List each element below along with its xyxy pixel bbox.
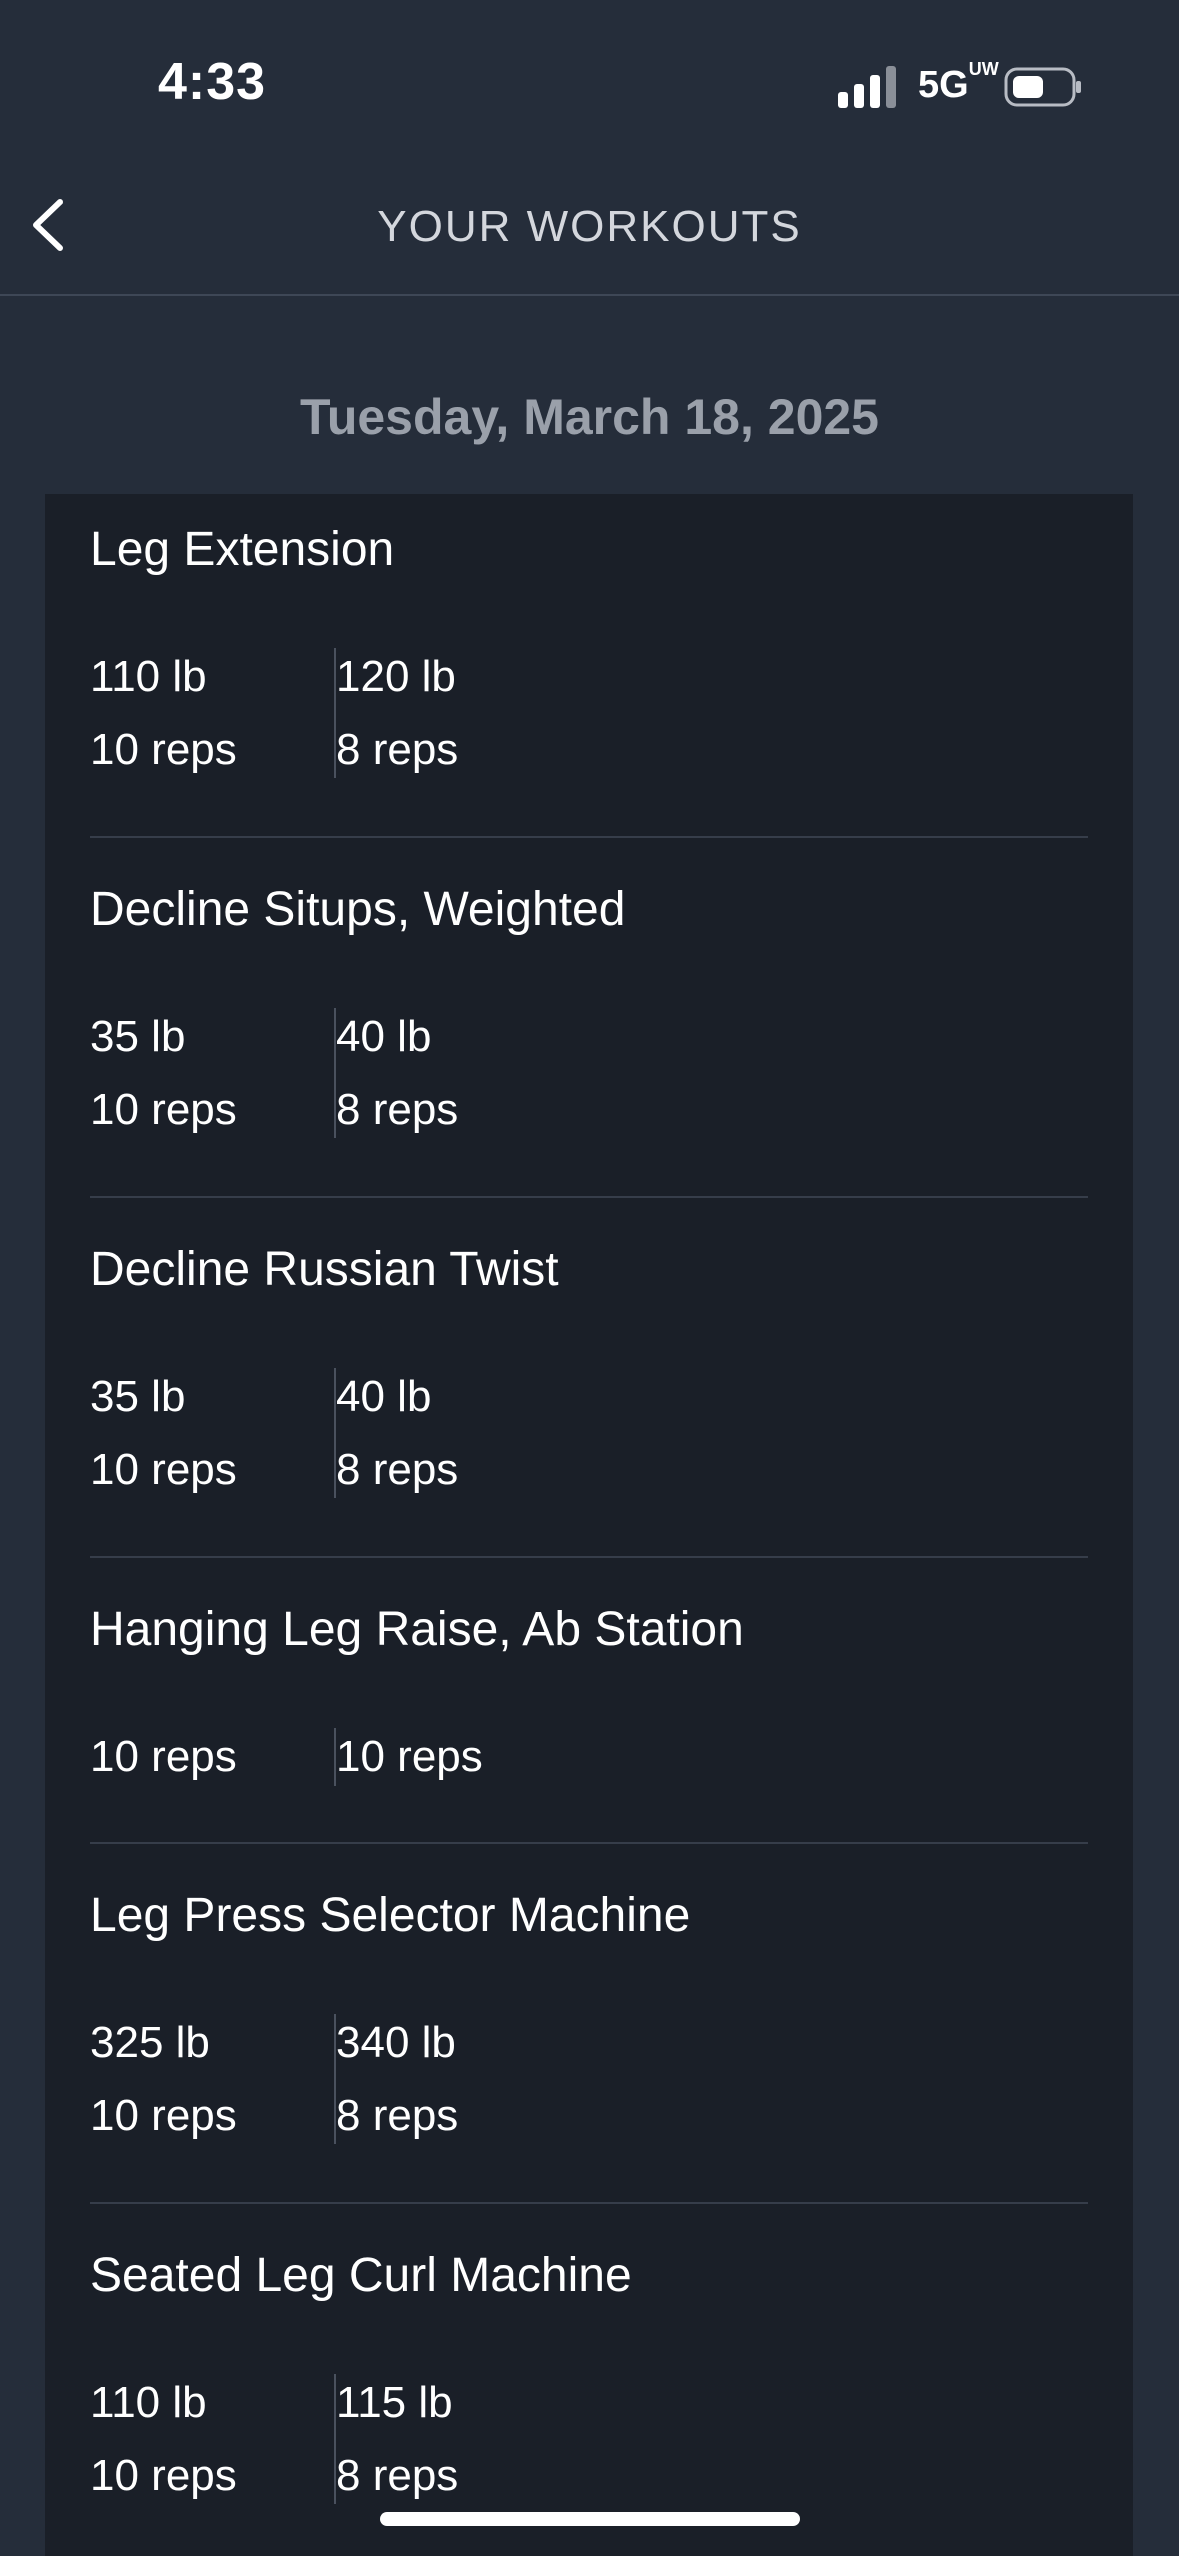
page-title: YOUR WORKOUTS [377,202,802,251]
set-1: 110 lb 10 reps [90,640,237,786]
network-label: 5G [918,64,969,106]
exercise-name: Leg Extension [90,523,395,576]
set-2: 115 lb 8 reps [336,2366,458,2512]
status-bar: 4:33 5GUW [0,0,1179,160]
set-2: 10 reps [336,1720,483,1793]
set-reps: 10 reps [90,1732,237,1781]
row-divider [90,1196,1088,1198]
set-2: 40 lb 8 reps [336,1000,458,1146]
row-divider [90,1842,1088,1844]
set-reps: 8 reps [336,1445,459,1494]
set-1: 10 reps [90,1720,237,1793]
set-weight: 40 lb [336,1372,432,1421]
set-weight: 325 lb [90,2018,210,2067]
set-reps: 10 reps [90,1445,237,1494]
exercise-name: Decline Russian Twist [90,1243,559,1296]
workout-card: Leg Extension 110 lb 10 reps 120 lb 8 re… [45,494,1133,2556]
home-indicator[interactable] [380,2512,800,2526]
set-reps: 10 reps [90,2451,237,2500]
set-weight: 110 lb [90,652,207,701]
exercise-name: Seated Leg Curl Machine [90,2249,632,2302]
set-weight: 110 lb [90,2378,207,2427]
set-2: 120 lb 8 reps [336,640,458,786]
set-reps: 8 reps [336,1085,459,1134]
set-1: 35 lb 10 reps [90,1000,237,1146]
row-divider [90,2202,1088,2204]
set-weight: 115 lb [336,2378,453,2427]
network-suffix: UW [968,59,999,80]
cellular-signal-icon [838,66,896,108]
set-1: 35 lb 10 reps [90,1360,237,1506]
navigation-bar: YOUR WORKOUTS [0,160,1179,296]
set-weight: 340 lb [336,2018,456,2067]
set-1: 325 lb 10 reps [90,2006,237,2152]
battery-icon [1004,67,1081,107]
row-divider [90,836,1088,838]
exercise-name: Decline Situps, Weighted [90,883,626,936]
set-weight: 120 lb [336,652,456,701]
workout-date: Tuesday, March 18, 2025 [299,389,879,445]
set-reps: 8 reps [336,2451,459,2500]
set-2: 40 lb 8 reps [336,1360,458,1506]
status-time: 4:33 [158,53,267,111]
row-divider [90,1556,1088,1558]
set-reps: 10 reps [90,2091,237,2140]
exercise-name: Hanging Leg Raise, Ab Station [90,1603,744,1656]
exercise-name: Leg Press Selector Machine [90,1889,691,1942]
network-indicator: 5GUW [918,59,999,107]
set-reps: 10 reps [90,725,237,774]
set-weight: 35 lb [90,1372,186,1421]
set-weight: 40 lb [336,1012,432,1061]
set-weight: 35 lb [90,1012,186,1061]
set-2: 340 lb 8 reps [336,2006,458,2152]
set-reps: 10 reps [90,1085,237,1134]
set-1: 110 lb 10 reps [90,2366,237,2512]
set-reps: 10 reps [336,1732,483,1781]
set-reps: 8 reps [336,725,459,774]
set-reps: 8 reps [336,2091,459,2140]
